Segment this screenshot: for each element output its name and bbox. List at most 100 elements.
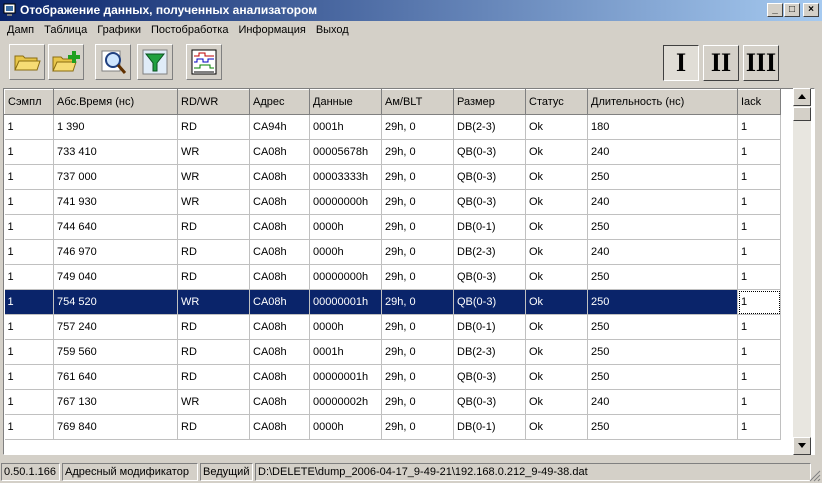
cell-status[interactable]: Ok: [525, 314, 588, 340]
cell-size[interactable]: DB(0-1): [453, 414, 526, 440]
cell-address[interactable]: CA08h: [249, 364, 310, 390]
cell-am-blt[interactable]: 29h, 0: [381, 214, 454, 240]
cell-am-blt[interactable]: 29h, 0: [381, 164, 454, 190]
cell-address[interactable]: CA08h: [249, 139, 310, 165]
cell-am-blt[interactable]: 29h, 0: [381, 189, 454, 215]
column-header-status[interactable]: Статус: [525, 89, 588, 115]
cell-duration[interactable]: 250: [587, 314, 738, 340]
column-header-size[interactable]: Размер: [453, 89, 526, 115]
open-dump-button[interactable]: [9, 44, 45, 80]
cell-rdwr[interactable]: WR: [177, 139, 250, 165]
cell-address[interactable]: CA08h: [249, 414, 310, 440]
cell-iack[interactable]: 1: [737, 364, 781, 390]
cell-iack[interactable]: 1: [737, 289, 781, 315]
menu-info[interactable]: Информация: [233, 24, 310, 36]
cell-address[interactable]: CA08h: [249, 339, 310, 365]
cell-size[interactable]: DB(2-3): [453, 239, 526, 265]
timing-diagram-button[interactable]: [186, 44, 222, 80]
cell-duration[interactable]: 250: [587, 414, 738, 440]
cell-status[interactable]: Ok: [525, 289, 588, 315]
cell-address[interactable]: CA08h: [249, 314, 310, 340]
table-row[interactable]: 1 761 640 RD CA08h 00000001h 29h, 0 QB(0-3) Ok 2…: [4, 364, 781, 390]
cell-abs-time[interactable]: 769 840: [53, 414, 178, 440]
cell-data[interactable]: 0001h: [309, 114, 382, 140]
cell-size[interactable]: DB(0-1): [453, 214, 526, 240]
cell-rdwr[interactable]: RD: [177, 239, 250, 265]
cell-data[interactable]: 0000h: [309, 214, 382, 240]
cell-iack[interactable]: 1: [737, 414, 781, 440]
menu-table[interactable]: Таблица: [39, 24, 92, 36]
cell-sample[interactable]: 1: [4, 389, 54, 415]
vertical-scrollbar[interactable]: [793, 88, 811, 455]
table-row[interactable]: 11 390 RD CA94h 0001h 29h, 0 DB(2-3) Ok 180 1: [4, 114, 781, 140]
cell-rdwr[interactable]: RD: [177, 314, 250, 340]
cell-duration[interactable]: 240: [587, 389, 738, 415]
cell-iack[interactable]: 1: [737, 339, 781, 365]
cell-data[interactable]: 00000002h: [309, 389, 382, 415]
search-button[interactable]: [95, 44, 131, 80]
cell-address[interactable]: CA08h: [249, 239, 310, 265]
maximize-button[interactable]: □: [784, 3, 800, 17]
cell-duration[interactable]: 250: [587, 364, 738, 390]
cell-rdwr[interactable]: WR: [177, 289, 250, 315]
table-row[interactable]: 1 746 970 RD CA08h 0000h 29h, 0 DB(2-3) Ok 240 1: [4, 239, 781, 265]
menu-dump[interactable]: Дамп: [2, 24, 39, 36]
cell-status[interactable]: Ok: [525, 414, 588, 440]
cell-size[interactable]: DB(2-3): [453, 339, 526, 365]
cell-abs-time[interactable]: 741 930: [53, 189, 178, 215]
cell-abs-time[interactable]: 1 390: [53, 114, 178, 140]
cell-sample[interactable]: 1: [4, 314, 54, 340]
cell-duration[interactable]: 250: [587, 164, 738, 190]
table-row[interactable]: 1 744 640 RD CA08h 0000h 29h, 0 DB(0-1) Ok 250 1: [4, 214, 781, 240]
cell-size[interactable]: DB(0-1): [453, 314, 526, 340]
cell-iack[interactable]: 1: [737, 264, 781, 290]
cell-abs-time[interactable]: 761 640: [53, 364, 178, 390]
title-bar[interactable]: Отображение данных, полученных анализато…: [0, 0, 822, 21]
table-row[interactable]: 1 759 560 RD CA08h 0001h 29h, 0 DB(2-3) Ok 250 1: [4, 339, 781, 365]
cell-am-blt[interactable]: 29h, 0: [381, 414, 454, 440]
cell-abs-time[interactable]: 757 240: [53, 314, 178, 340]
cell-data[interactable]: 0000h: [309, 314, 382, 340]
cell-rdwr[interactable]: RD: [177, 364, 250, 390]
cell-sample[interactable]: 1: [4, 364, 54, 390]
cell-size[interactable]: DB(2-3): [453, 114, 526, 140]
cell-rdwr[interactable]: WR: [177, 189, 250, 215]
cell-size[interactable]: QB(0-3): [453, 139, 526, 165]
cell-iack[interactable]: 1: [737, 114, 781, 140]
cell-data[interactable]: 00000000h: [309, 189, 382, 215]
view-mode-1-button[interactable]: I: [663, 45, 699, 81]
cell-iack[interactable]: 1: [737, 239, 781, 265]
cell-abs-time[interactable]: 754 520: [53, 289, 178, 315]
cell-iack[interactable]: 1: [737, 314, 781, 340]
cell-data[interactable]: 00000001h: [309, 289, 382, 315]
cell-rdwr[interactable]: RD: [177, 114, 250, 140]
cell-rdwr[interactable]: RD: [177, 339, 250, 365]
table-row[interactable]: 1 737 000 WR CA08h 00003333h 29h, 0 QB(0-3) Ok 2…: [4, 164, 781, 190]
cell-iack[interactable]: 1: [737, 164, 781, 190]
table-row[interactable]: 1 767 130 WR CA08h 00000002h 29h, 0 QB(0-3) Ok 2…: [4, 389, 781, 415]
cell-size[interactable]: QB(0-3): [453, 164, 526, 190]
column-header-iack[interactable]: Iack: [737, 89, 781, 115]
table-row[interactable]: 1 757 240 RD CA08h 0000h 29h, 0 DB(0-1) Ok 250 1: [4, 314, 781, 340]
resize-grip-icon[interactable]: [809, 470, 821, 482]
column-header-duration[interactable]: Длительность (нс): [587, 89, 738, 115]
cell-size[interactable]: QB(0-3): [453, 389, 526, 415]
close-button[interactable]: ×: [803, 3, 819, 17]
cell-duration[interactable]: 250: [587, 214, 738, 240]
cell-duration[interactable]: 180: [587, 114, 738, 140]
scroll-thumb[interactable]: [793, 107, 811, 121]
cell-data[interactable]: 0001h: [309, 339, 382, 365]
cell-abs-time[interactable]: 759 560: [53, 339, 178, 365]
cell-sample[interactable]: 1: [4, 289, 54, 315]
cell-sample[interactable]: 1: [4, 139, 54, 165]
add-dump-button[interactable]: [48, 44, 84, 80]
cell-am-blt[interactable]: 29h, 0: [381, 314, 454, 340]
cell-data[interactable]: 00000000h: [309, 264, 382, 290]
cell-address[interactable]: CA08h: [249, 189, 310, 215]
cell-duration[interactable]: 250: [587, 289, 738, 315]
cell-abs-time[interactable]: 733 410: [53, 139, 178, 165]
cell-am-blt[interactable]: 29h, 0: [381, 339, 454, 365]
cell-am-blt[interactable]: 29h, 0: [381, 139, 454, 165]
cell-am-blt[interactable]: 29h, 0: [381, 389, 454, 415]
cell-duration[interactable]: 240: [587, 139, 738, 165]
